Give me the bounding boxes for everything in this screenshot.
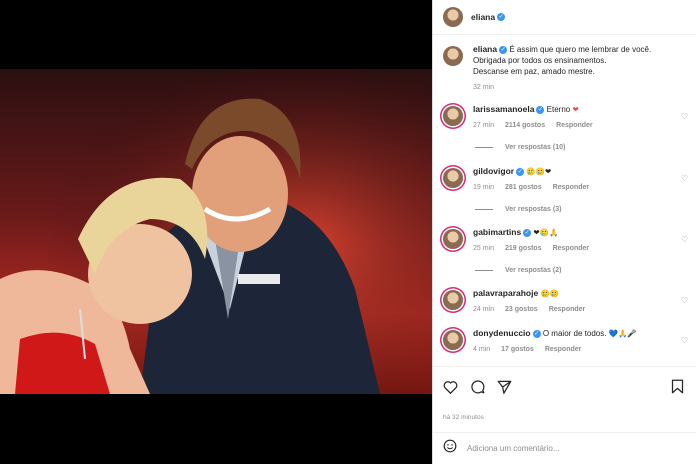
comment-username[interactable]: gildovigor [473, 166, 514, 176]
caption-line2: Obrigada por todos os ensinamentos. [473, 56, 607, 65]
comment-item: larissamanoela ✓ Eterno ❤ 27 min 2114 gos… [443, 104, 690, 131]
commenter-avatar[interactable] [443, 168, 463, 188]
comment-age: 27 min [473, 122, 495, 129]
comment-item: donydenuccio ✓ O maior de todos. 💙🙏🎤 4 mi… [443, 328, 690, 355]
heart-icon[interactable] [443, 380, 458, 394]
commenter-avatar[interactable] [443, 106, 463, 126]
comment-item: gabimartins ✓ ❤🥲🙏 25 min 219 gostos Respo… [443, 227, 690, 254]
view-replies-button[interactable]: Ver respostas (10) [475, 144, 565, 151]
share-icon[interactable] [497, 380, 512, 394]
reply-button[interactable]: Responder [553, 182, 590, 193]
view-replies-button[interactable]: Ver respostas (3) [475, 206, 561, 213]
comment-emoji: 💙🙏🎤 [608, 329, 637, 338]
comment-age: 24 min [473, 306, 495, 313]
post-header: eliana ✓ [433, 0, 696, 35]
comment-text: O maior de todos. [542, 329, 607, 338]
comment-username[interactable]: donydenuccio [473, 328, 531, 338]
add-comment-input[interactable]: Adiciona um comentário... [467, 444, 560, 453]
verified-badge-icon: ✓ [536, 105, 545, 114]
caption-age: 32 min [473, 84, 495, 91]
comment-emoji: 🥲🥲❤ [526, 167, 552, 176]
comments-list[interactable]: eliana ✓ É assim que quero me lembrar de … [433, 36, 696, 366]
post-sidebar: eliana ✓ eliana ✓ É assim que quero me le… [432, 0, 696, 464]
caption-line1: É assim que quero me lembrar de você. [509, 45, 652, 54]
add-comment-bar: Adiciona um comentário... [433, 432, 696, 464]
verified-badge-icon: ✓ [523, 228, 532, 237]
author-avatar[interactable] [443, 46, 463, 66]
media-panel [0, 0, 432, 464]
comment-like-heart-icon[interactable]: ♡ [681, 112, 688, 121]
commenter-avatar[interactable] [443, 229, 463, 249]
author-username[interactable]: eliana [471, 12, 495, 22]
caption: eliana ✓ É assim que quero me lembrar de … [443, 44, 690, 93]
caption-line3: Descanse em paz, amado mestre. [473, 67, 595, 76]
commenter-avatar[interactable] [443, 330, 463, 350]
comment-age: 25 min [473, 245, 495, 252]
comment-age: 4 min [473, 346, 491, 353]
comment-username[interactable]: larissamanoela [473, 104, 534, 114]
comment-emoji: ❤ [572, 105, 579, 114]
view-replies-button[interactable]: Ver respostas (2) [475, 267, 561, 274]
emoji-icon[interactable] [443, 439, 457, 458]
comment-likes[interactable]: 23 gostos [505, 304, 538, 315]
author-avatar[interactable] [443, 7, 463, 27]
comment-age: 19 min [473, 184, 495, 191]
comment-emoji: 🥲🥲 [540, 289, 560, 298]
comment-likes[interactable]: 2114 gostos [505, 120, 545, 131]
comment-like-heart-icon[interactable]: ♡ [681, 296, 688, 305]
comment-likes[interactable]: 17 gostos [501, 344, 534, 355]
comment-like-heart-icon[interactable]: ♡ [681, 235, 688, 244]
comment-icon[interactable] [470, 379, 485, 394]
comment-username[interactable]: gabimartins [473, 227, 521, 237]
comment-likes[interactable]: 281 gostos [505, 182, 542, 193]
instagram-post-viewer: eliana ✓ eliana ✓ É assim que quero me le… [0, 0, 696, 464]
verified-badge-icon: ✓ [497, 13, 506, 21]
comment-like-heart-icon[interactable]: ♡ [681, 336, 688, 345]
reply-button[interactable]: Responder [545, 344, 582, 355]
reply-button[interactable]: Responder [556, 120, 593, 131]
post-timestamp[interactable]: há 32 minutos [443, 414, 484, 421]
reply-button[interactable]: Responder [553, 243, 590, 254]
comment-likes[interactable]: 219 gostos [505, 243, 542, 254]
comment-item: gildovigor ✓ 🥲🥲❤ 19 min 281 gostos Respon… [443, 166, 690, 193]
comment-item: palavraparahoje 🥲🥲 24 min 23 gostos Resp… [443, 288, 690, 315]
comment-emoji: ❤🥲🙏 [533, 228, 559, 237]
post-photo[interactable] [0, 69, 432, 394]
comment-text: Eterno [546, 105, 571, 114]
reply-button[interactable]: Responder [549, 304, 586, 315]
comment-username[interactable]: palavraparahoje [473, 288, 538, 298]
verified-badge-icon: ✓ [516, 167, 525, 176]
commenter-avatar[interactable] [443, 290, 463, 310]
photo-illustration [0, 69, 432, 394]
bookmark-icon[interactable] [671, 379, 684, 394]
verified-badge-icon: ✓ [499, 45, 508, 54]
caption-username[interactable]: eliana [473, 44, 497, 54]
action-bar [433, 366, 696, 406]
comment-like-heart-icon[interactable]: ♡ [681, 174, 688, 183]
verified-badge-icon: ✓ [532, 329, 541, 338]
